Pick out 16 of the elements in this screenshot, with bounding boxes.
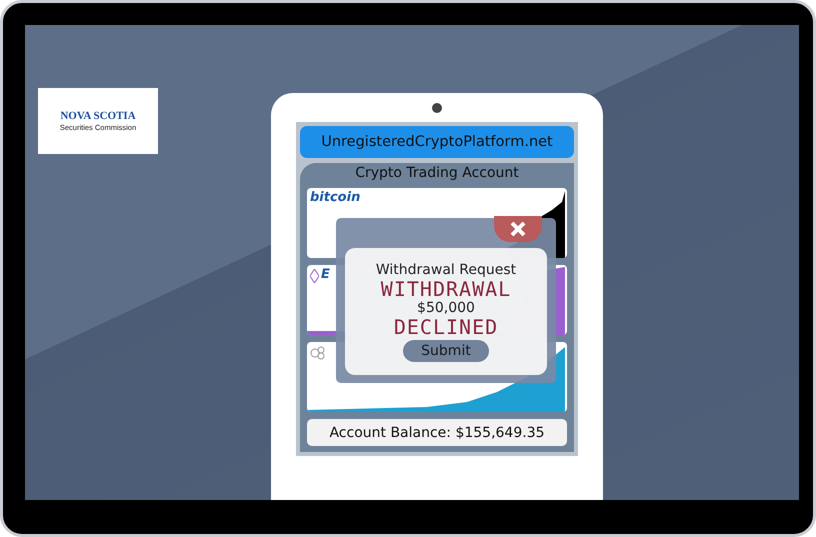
coin-label: E [321, 267, 330, 282]
diamond-icon [310, 269, 319, 283]
account-balance: Account Balance: $155,649.35 [307, 419, 567, 446]
dialog-title: Withdrawal Request [376, 262, 516, 278]
close-icon [509, 220, 527, 238]
stamp-text: DECLINED [394, 316, 498, 338]
rings-icon [310, 346, 326, 360]
camera-dot [432, 103, 442, 113]
close-button[interactable] [494, 216, 542, 242]
account-title: Crypto Trading Account [354, 165, 520, 181]
amount-text: $50,000 [417, 300, 475, 316]
stamp-text: WITHDRAWAL [380, 278, 512, 300]
submit-button[interactable]: Submit [403, 340, 489, 362]
logo-name: NOVA SCOTIA [60, 110, 136, 122]
coin-label: bitcoin [310, 190, 360, 205]
url-bar: UnregisteredCryptoPlatform.net [300, 126, 574, 158]
